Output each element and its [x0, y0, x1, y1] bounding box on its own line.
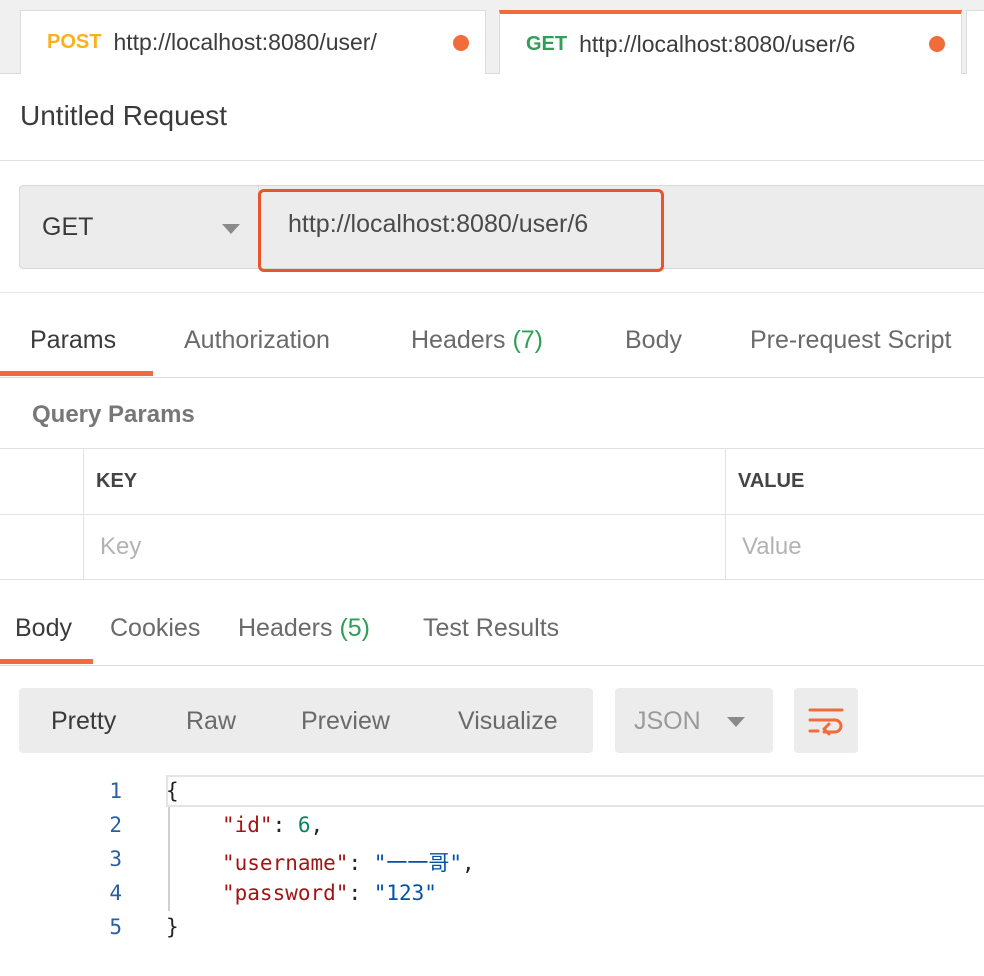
key-column-header: KEY — [96, 470, 138, 492]
table-column-divider — [725, 448, 726, 580]
view-raw-button[interactable]: Raw — [186, 707, 236, 736]
chevron-down-icon — [727, 717, 745, 727]
divider — [0, 292, 984, 293]
wrap-lines-button[interactable] — [794, 688, 858, 753]
json-value: 6 — [297, 813, 311, 837]
tab-url-label: http://localhost:8080/user/6 — [579, 30, 856, 57]
tab-method-label: POST — [47, 31, 102, 53]
json-value: "一一哥" — [373, 851, 463, 875]
query-params-label: Query Params — [32, 401, 195, 428]
json-separator: : — [348, 881, 374, 905]
active-line-highlight — [166, 775, 984, 807]
tab-prerequest-script[interactable]: Pre-request Script — [750, 326, 951, 355]
response-tab-test-results[interactable]: Test Results — [423, 614, 559, 643]
request-tab-strip: POST http://localhost:8080/user/ GET htt… — [0, 0, 984, 74]
line-number: 3 — [109, 847, 122, 871]
code-line: "id": 6, — [222, 813, 323, 837]
json-separator: : — [272, 813, 298, 837]
request-tab-partial[interactable] — [966, 10, 984, 74]
value-input[interactable]: Value — [742, 533, 802, 561]
view-preview-button[interactable]: Preview — [301, 707, 390, 736]
tab-body[interactable]: Body — [625, 326, 682, 355]
json-comma: , — [462, 851, 475, 875]
view-visualize-button[interactable]: Visualize — [458, 707, 558, 736]
unsaved-dot-icon — [929, 36, 945, 52]
request-tab-get[interactable]: GET http://localhost:8080/user/6 — [499, 10, 962, 74]
view-pretty-button[interactable]: Pretty — [51, 707, 116, 736]
request-title[interactable]: Untitled Request — [20, 100, 227, 132]
active-tab-indicator — [0, 659, 93, 664]
value-column-header: VALUE — [738, 470, 805, 492]
line-number: 4 — [109, 881, 122, 905]
method-select[interactable]: GET — [19, 185, 259, 269]
json-comma: , — [310, 813, 324, 837]
table-column-divider — [83, 448, 84, 580]
response-tab-cookies[interactable]: Cookies — [110, 614, 200, 643]
tab-authorization[interactable]: Authorization — [184, 326, 330, 355]
json-key: "username" — [222, 851, 349, 875]
line-number: 2 — [109, 813, 122, 837]
response-tab-headers-count: (5) — [339, 614, 371, 642]
tab-params[interactable]: Params — [30, 326, 116, 355]
divider — [0, 160, 984, 161]
json-key: "id" — [222, 813, 273, 837]
url-input-value[interactable]: http://localhost:8080/user/6 — [288, 210, 588, 239]
format-select-value: JSON — [634, 707, 701, 735]
table-row-divider — [0, 514, 984, 515]
tab-headers-label: Headers — [411, 326, 506, 354]
indent-guide — [168, 807, 170, 911]
wrap-lines-icon — [808, 708, 844, 735]
response-tab-body[interactable]: Body — [15, 614, 72, 643]
method-select-value: GET — [42, 212, 94, 241]
line-number: 5 — [109, 915, 122, 939]
postman-window: POST http://localhost:8080/user/ GET htt… — [0, 0, 984, 976]
response-tab-headers[interactable]: Headers (5) — [238, 614, 370, 643]
key-input[interactable]: Key — [100, 533, 141, 561]
tab-headers[interactable]: Headers (7) — [411, 326, 543, 355]
json-value: "123" — [373, 881, 437, 905]
divider — [0, 665, 984, 666]
chevron-down-icon — [222, 224, 240, 234]
response-tab-headers-label: Headers — [238, 614, 333, 642]
unsaved-dot-icon — [453, 34, 469, 51]
code-line: } — [166, 915, 179, 939]
line-number: 1 — [109, 779, 122, 803]
code-line: "username": "一一哥", — [222, 847, 475, 877]
active-tab-indicator — [0, 371, 153, 376]
tab-method-label: GET — [526, 32, 568, 55]
request-tab-post[interactable]: POST http://localhost:8080/user/ — [20, 10, 486, 74]
code-line: { — [166, 779, 179, 803]
tab-headers-count: (7) — [512, 326, 544, 354]
json-key: "password" — [222, 881, 349, 905]
tab-url-label: http://localhost:8080/user/ — [113, 29, 377, 55]
json-separator: : — [348, 851, 374, 875]
divider — [0, 377, 984, 378]
code-line: "password": "123" — [222, 881, 437, 905]
